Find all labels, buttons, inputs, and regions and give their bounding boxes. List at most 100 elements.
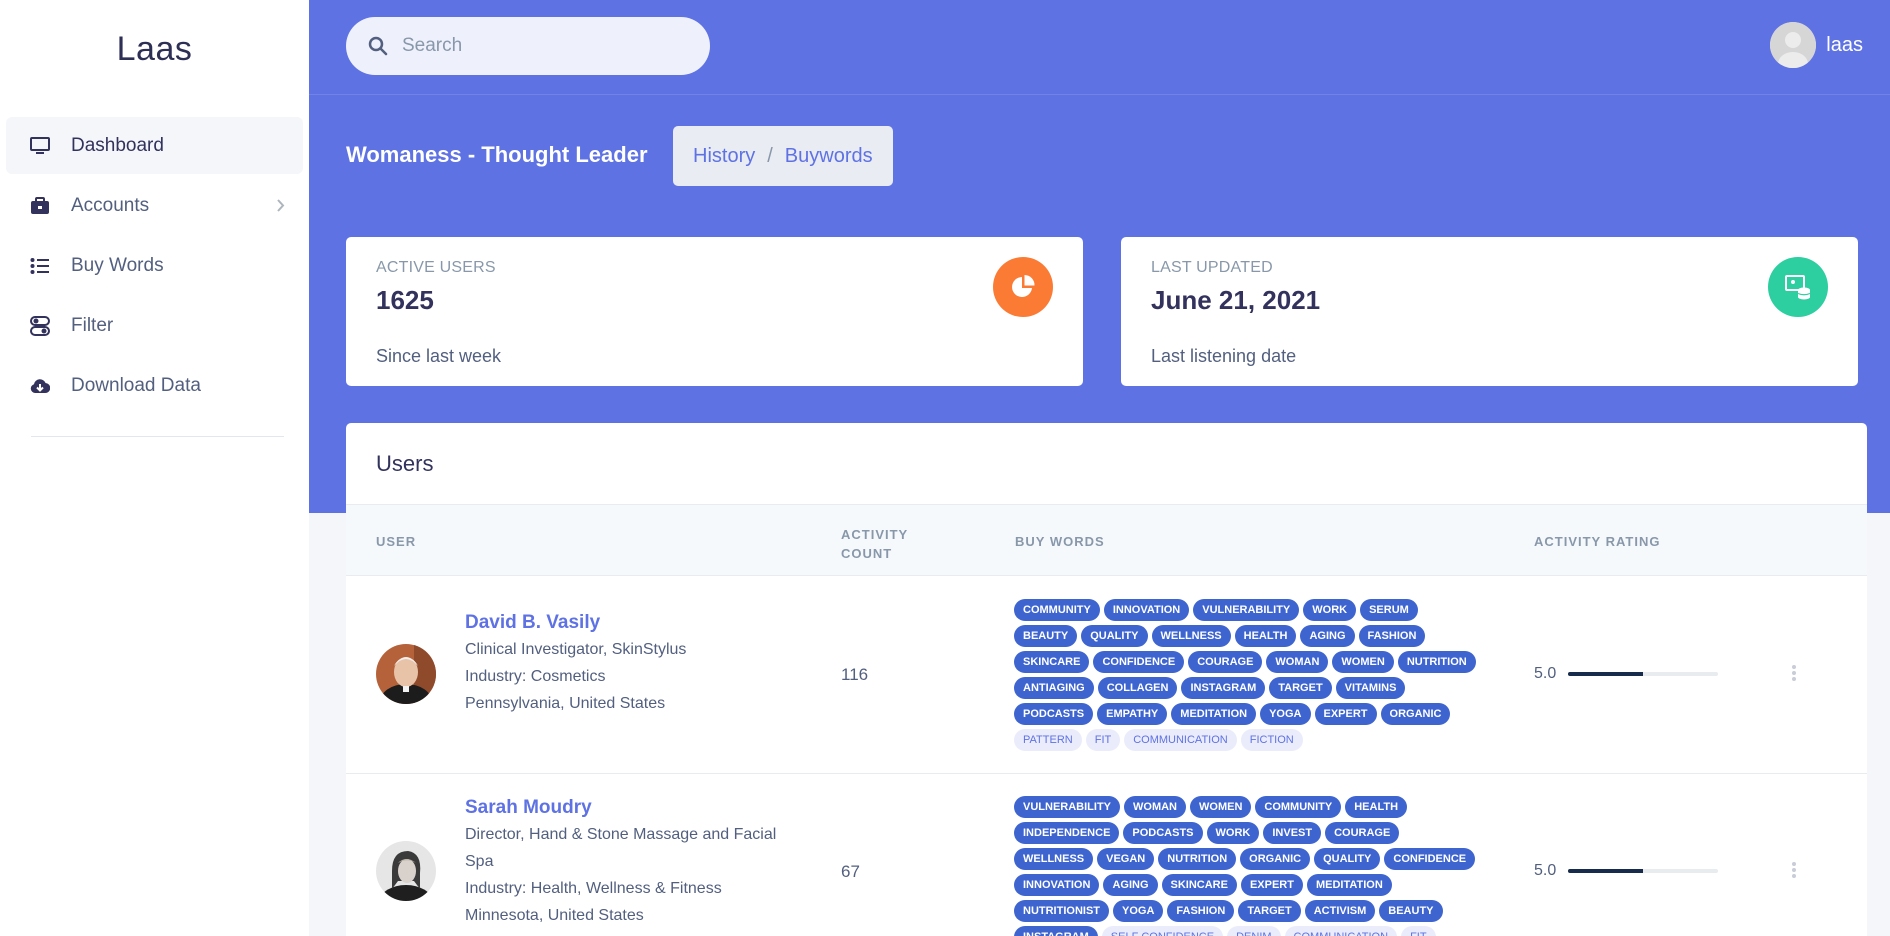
buy-word-tag[interactable]: SERUM (1360, 599, 1418, 621)
table-row: Sarah Moudry Director, Hand & Stone Mass… (346, 774, 1867, 936)
sidebar-item-accounts[interactable]: Accounts (6, 177, 303, 234)
buy-word-tag[interactable]: QUALITY (1314, 848, 1381, 870)
brand-logo[interactable]: Laas (0, 0, 309, 110)
buy-word-tag[interactable]: VULNERABILITY (1193, 599, 1300, 621)
buy-word-tag-secondary[interactable]: COMMUNICATION (1284, 926, 1398, 936)
user-name-link[interactable]: David B. Vasily (465, 609, 795, 636)
buy-word-tag[interactable]: VITAMINS (1335, 677, 1406, 699)
buy-word-tag-secondary[interactable]: SELF CONFIDENCE (1101, 926, 1224, 936)
buy-word-tag[interactable]: TARGET (1238, 900, 1301, 922)
buy-word-tag-secondary[interactable]: FICTION (1240, 729, 1303, 751)
buy-word-tag[interactable]: ORGANIC (1380, 703, 1451, 725)
buy-word-tag[interactable]: NUTRITIONIST (1014, 900, 1109, 922)
buy-word-tag[interactable]: CONFIDENCE (1093, 651, 1185, 673)
database-icon (1768, 257, 1828, 317)
buy-word-tag[interactable]: COURAGE (1325, 822, 1400, 844)
breadcrumb-item-buywords[interactable]: Buywords (785, 145, 873, 168)
buy-word-tag[interactable]: WELLNESS (1014, 848, 1094, 870)
avatar[interactable] (376, 644, 436, 704)
user-info: Sarah Moudry Director, Hand & Stone Mass… (465, 794, 795, 929)
buy-word-tag[interactable]: INSTAGRAM (1014, 926, 1098, 936)
buy-word-tag[interactable]: INNOVATION (1103, 599, 1190, 621)
buy-word-tag[interactable]: HEALTH (1345, 796, 1408, 818)
buy-word-tag[interactable]: YOGA (1260, 703, 1311, 725)
search-box[interactable] (346, 17, 710, 75)
buy-word-tag[interactable]: COURAGE (1188, 651, 1263, 673)
buy-word-tag-secondary[interactable]: PATTERN (1014, 729, 1082, 751)
column-header-buy-words[interactable]: BUY WORDS (1015, 534, 1105, 549)
buy-word-tag[interactable]: INSTAGRAM (1181, 677, 1266, 699)
stat-subtext: Since last week (376, 346, 502, 366)
buy-word-tag[interactable]: COMMUNITY (1014, 599, 1100, 621)
user-location: Pennsylvania, United States (465, 695, 666, 712)
sidebar-item-download-data[interactable]: Download Data (6, 357, 303, 414)
column-header-activity-rating[interactable]: ACTIVITY RATING (1534, 534, 1660, 549)
buy-word-tag[interactable]: BEAUTY (1379, 900, 1443, 922)
avatar[interactable] (1770, 22, 1817, 68)
buy-word-tag[interactable]: YOGA (1113, 900, 1164, 922)
buy-word-tag[interactable]: EMPATHY (1097, 703, 1168, 725)
avatar[interactable] (376, 841, 436, 901)
buy-word-tag[interactable]: EXPERT (1240, 874, 1303, 896)
column-header-line: COUNT (841, 546, 893, 561)
rating-bar (1568, 869, 1719, 873)
buy-word-tag[interactable]: FASHION (1167, 900, 1235, 922)
buy-word-tag[interactable]: MEDITATION (1306, 874, 1392, 896)
sidebar-item-filter[interactable]: Filter (6, 297, 303, 354)
buy-word-tag[interactable]: ACTIVISM (1304, 900, 1376, 922)
users-card: Users USER ACTIVITY COUNT BUY WORDS ACTI… (346, 423, 1867, 936)
buy-word-tag[interactable]: WOMEN (1190, 796, 1252, 818)
user-industry: Industry: Cosmetics (465, 668, 606, 685)
buy-word-tag[interactable]: EXPERT (1314, 703, 1377, 725)
buy-word-tag[interactable]: VEGAN (1097, 848, 1155, 870)
buy-word-tag[interactable]: MEDITATION (1171, 703, 1257, 725)
search-input[interactable] (402, 35, 692, 57)
buy-word-tag[interactable]: INDEPENDENCE (1014, 822, 1120, 844)
buy-word-tag[interactable]: INVEST (1263, 822, 1322, 844)
buy-word-tag[interactable]: WOMAN (1124, 796, 1186, 818)
buy-word-tag[interactable]: SKINCARE (1014, 651, 1090, 673)
buy-word-tag[interactable]: VULNERABILITY (1014, 796, 1120, 818)
buy-word-tag[interactable]: ANTIAGING (1014, 677, 1094, 699)
buy-word-tag[interactable]: WORK (1206, 822, 1260, 844)
buy-word-tag[interactable]: SKINCARE (1161, 874, 1237, 896)
buy-word-tag[interactable]: COLLAGEN (1097, 677, 1178, 699)
user-menu[interactable]: laas (1770, 22, 1863, 68)
buy-word-tag[interactable]: WORK (1303, 599, 1357, 621)
user-name-link[interactable]: Sarah Moudry (465, 794, 795, 821)
buy-word-tag[interactable]: FASHION (1358, 625, 1426, 647)
buy-word-tag[interactable]: TARGET (1269, 677, 1332, 699)
buy-word-tag[interactable]: COMMUNITY (1255, 796, 1342, 818)
sidebar-item-buy-words[interactable]: Buy Words (6, 237, 303, 294)
buy-word-tag[interactable]: PODCASTS (1014, 703, 1094, 725)
buy-word-tag[interactable]: BEAUTY (1014, 625, 1078, 647)
buy-word-tag-secondary[interactable]: DENIM (1227, 926, 1281, 936)
buy-word-tag[interactable]: WELLNESS (1151, 625, 1231, 647)
user-name[interactable]: laas (1826, 34, 1863, 57)
buy-word-tag-secondary[interactable]: FIT (1401, 926, 1436, 936)
buy-word-tag[interactable]: WOMEN (1332, 651, 1394, 673)
breadcrumb-item-history[interactable]: History (693, 145, 755, 168)
buy-word-tag[interactable]: HEALTH (1234, 625, 1297, 647)
buy-word-tag[interactable]: CONFIDENCE (1384, 848, 1476, 870)
buy-word-tag[interactable]: ORGANIC (1240, 848, 1311, 870)
more-options-icon[interactable] (1792, 862, 1796, 880)
buy-word-tag[interactable]: AGING (1300, 625, 1355, 647)
column-header-user[interactable]: USER (376, 534, 416, 549)
buy-word-tag-secondary[interactable]: COMMUNICATION (1124, 729, 1237, 751)
buy-word-tag[interactable]: WOMAN (1266, 651, 1329, 673)
buy-word-tag[interactable]: QUALITY (1081, 625, 1148, 647)
rating-value: 5.0 (1534, 862, 1557, 879)
buy-word-tag-secondary[interactable]: FIT (1085, 729, 1121, 751)
rating-bar (1568, 672, 1719, 676)
buy-word-tag[interactable]: PODCASTS (1123, 822, 1203, 844)
sidebar-item-dashboard[interactable]: Dashboard (6, 117, 303, 174)
column-header-activity-count[interactable]: ACTIVITY COUNT (841, 525, 921, 563)
column-header-line: ACTIVITY (841, 527, 909, 542)
buy-word-tag[interactable]: NUTRITION (1158, 848, 1237, 870)
more-options-icon[interactable] (1792, 665, 1796, 683)
buy-word-tag[interactable]: NUTRITION (1397, 651, 1476, 673)
buy-word-tag[interactable]: AGING (1103, 874, 1158, 896)
stat-subtext: Last listening date (1151, 346, 1297, 366)
buy-word-tag[interactable]: INNOVATION (1014, 874, 1100, 896)
